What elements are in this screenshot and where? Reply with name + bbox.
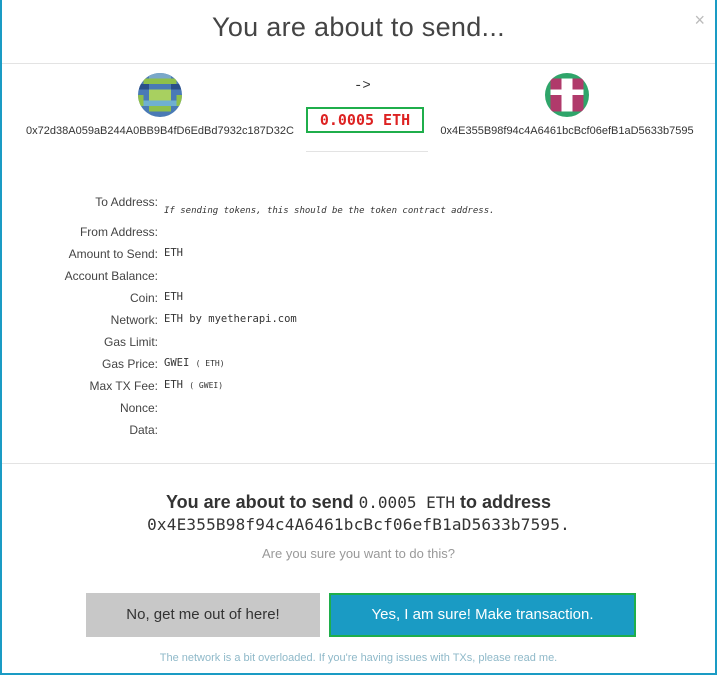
detail-label: To Address: xyxy=(95,195,158,209)
confirm-address: 0x4E355B98f94c4A6461bcBcf06efB1aD5633b75… xyxy=(147,515,570,534)
divider xyxy=(2,463,715,464)
confirm-transaction-button[interactable]: Yes, I am sure! Make transaction. xyxy=(329,593,636,637)
to-address: 0x4E355B98f94c4A6461bcBcf06efB1aD5633b75… xyxy=(440,125,694,137)
detail-row-nonce: Nonce: xyxy=(0,401,717,423)
from-blockie-icon xyxy=(138,73,182,117)
detail-label: Network: xyxy=(110,313,158,327)
detail-row-to-address: To Address: If sending tokens, this shou… xyxy=(0,195,717,217)
close-icon[interactable]: × xyxy=(694,10,705,31)
from-address: 0x72d38A059aB244A0BB9B4fD6EdBd7932c187D3… xyxy=(26,125,294,137)
confirm-question: Are you sure you want to do this? xyxy=(262,546,455,561)
detail-row-gas-limit: Gas Limit: xyxy=(0,335,717,357)
detail-value: ETH xyxy=(164,291,183,303)
modal-title: You are about to send... xyxy=(212,12,505,42)
detail-row-from-address: From Address: xyxy=(0,225,717,247)
from-address-block: 0x72d38A059aB244A0BB9B4fD6EdBd7932c187D3… xyxy=(22,73,298,137)
detail-row-gas-price: Gas Price: GWEI ( ETH) xyxy=(0,357,717,379)
detail-value: ETH ( GWEI) xyxy=(164,379,224,391)
detail-row-data: Data: xyxy=(0,423,717,445)
detail-label: Amount to Send: xyxy=(68,247,158,261)
detail-row-balance: Account Balance: xyxy=(0,269,717,291)
detail-value: GWEI ( ETH) xyxy=(164,357,225,369)
detail-value: ETH by myetherapi.com xyxy=(164,313,297,325)
detail-label: Nonce: xyxy=(119,401,158,415)
network-notice-link[interactable]: The network is a bit overloaded. If you'… xyxy=(0,652,717,664)
detail-label: From Address: xyxy=(79,225,158,239)
divider xyxy=(2,63,715,64)
detail-row-amount: Amount to Send: ETH xyxy=(0,247,717,269)
detail-row-max-fee: Max TX Fee: ETH ( GWEI) xyxy=(0,379,717,401)
detail-value: ETH xyxy=(164,247,183,259)
detail-label: Gas Price: xyxy=(101,357,158,371)
detail-label: Max TX Fee: xyxy=(89,379,158,393)
detail-label: Coin: xyxy=(129,291,158,305)
arrow-icon: -> xyxy=(354,78,371,94)
detail-label: Data: xyxy=(129,423,158,437)
detail-label: Gas Limit: xyxy=(103,335,158,349)
amount-divider xyxy=(306,151,428,152)
cancel-button[interactable]: No, get me out of here! xyxy=(86,593,320,637)
confirm-summary: You are about to send 0.0005 ETH to addr… xyxy=(165,492,552,512)
detail-row-network: Network: ETH by myetherapi.com xyxy=(0,313,717,335)
detail-hint: If sending tokens, this should be the to… xyxy=(164,206,495,216)
to-address-block: 0x4E355B98f94c4A6461bcBcf06efB1aD5633b75… xyxy=(436,73,698,137)
detail-row-coin: Coin: ETH xyxy=(0,291,717,313)
amount-highlight: 0.0005 ETH xyxy=(306,107,424,133)
detail-label: Account Balance: xyxy=(64,269,158,283)
to-blockie-icon xyxy=(545,73,589,117)
